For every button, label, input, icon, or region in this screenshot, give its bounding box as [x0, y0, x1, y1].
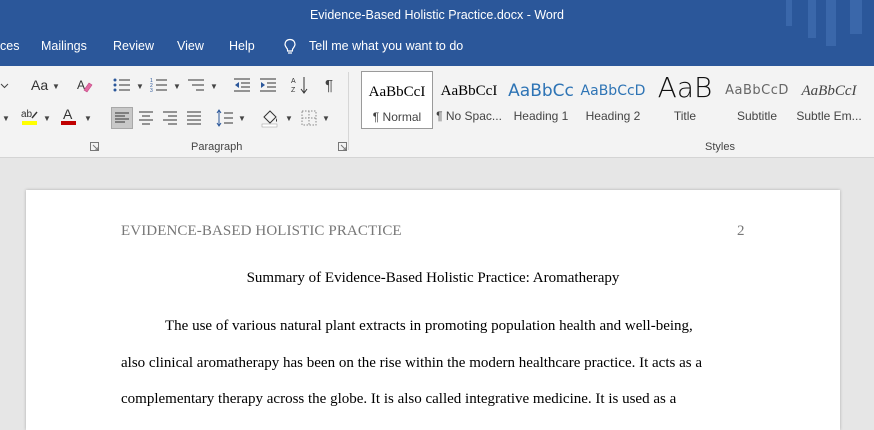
body-line: The use of various natural plant extract…	[165, 318, 693, 334]
style-name: Subtitle	[736, 109, 778, 123]
shading-icon[interactable]	[261, 108, 279, 128]
style-name: Heading 2	[585, 109, 641, 123]
font-caret[interactable]: ▼	[2, 114, 10, 123]
body-line: also clinical aromatherapy has been on t…	[121, 355, 703, 371]
align-right-icon[interactable]	[162, 110, 178, 126]
svg-text:ab: ab	[21, 109, 33, 120]
style-name: Subtle Em...	[796, 109, 862, 123]
style-sample: AaBbCcD	[580, 83, 646, 99]
tab-references[interactable]: ces	[0, 39, 19, 53]
page-number: 2	[737, 223, 745, 239]
change-case-button[interactable]: Aa	[31, 77, 48, 93]
style-name: Heading 1	[513, 109, 569, 123]
highlight-caret[interactable]: ▼	[43, 114, 51, 123]
ribbon: Aa ▼ A ▼ ab ▼ A ▼ ▼ 1 2 3 ▼ ▼ A Z ¶ ▼ ▼ …	[0, 66, 874, 158]
style-heading-1[interactable]: AaBbCc Heading 1	[505, 71, 577, 129]
document-page[interactable]: EVIDENCE-BASED HOLISTIC PRACTICE 2 Summa…	[26, 190, 840, 430]
window-title: Evidence-Based Holistic Practice.docx - …	[309, 8, 565, 22]
style-name: ¶ Normal	[372, 110, 422, 124]
title-decoration	[826, 0, 836, 46]
multilevel-list-icon[interactable]	[187, 77, 205, 93]
bullets-icon[interactable]	[113, 77, 131, 93]
styles-group-label: Styles	[705, 141, 735, 153]
tab-mailings[interactable]: Mailings	[41, 39, 87, 53]
bullets-caret[interactable]: ▼	[136, 82, 144, 91]
lightbulb-icon[interactable]	[283, 38, 297, 56]
line-spacing-caret[interactable]: ▼	[238, 114, 246, 123]
tab-view[interactable]: View	[177, 39, 204, 53]
style-sample: AaBbCcI	[801, 83, 857, 99]
style-subtitle[interactable]: AaBbCcD Subtitle	[721, 71, 793, 129]
document-title: Summary of Evidence-Based Holistic Pract…	[246, 270, 620, 286]
center-align-icon[interactable]	[138, 110, 154, 126]
show-formatting-marks-icon[interactable]: ¶	[325, 77, 333, 94]
style-sample: AaB	[657, 71, 713, 104]
running-head: EVIDENCE-BASED HOLISTIC PRACTICE	[121, 223, 402, 239]
font-size-caret[interactable]	[0, 78, 10, 90]
font-color-icon[interactable]: A	[60, 106, 78, 128]
style-sample: AaBbCcI	[440, 83, 498, 99]
borders-icon[interactable]	[301, 110, 317, 126]
paragraph-dialog-launcher-icon[interactable]	[338, 142, 347, 151]
shading-caret[interactable]: ▼	[285, 114, 293, 123]
svg-text:A: A	[63, 106, 73, 122]
title-bar: Evidence-Based Holistic Practice.docx - …	[0, 0, 874, 66]
style-name: Title	[673, 109, 697, 123]
style-subtle-emphasis[interactable]: AaBbCcI Subtle Em...	[793, 71, 865, 129]
style-heading-2[interactable]: AaBbCcD Heading 2	[577, 71, 649, 129]
clear-formatting-icon[interactable]: A	[77, 77, 93, 93]
tab-help[interactable]: Help	[229, 39, 255, 53]
svg-text:Z: Z	[291, 87, 296, 94]
style-name: ¶ No Spac...	[436, 109, 502, 123]
highlight-color-icon[interactable]: ab	[20, 106, 40, 128]
increase-indent-icon[interactable]	[259, 77, 277, 93]
svg-text:3: 3	[150, 88, 153, 93]
svg-text:A: A	[291, 78, 296, 85]
tab-review[interactable]: Review	[113, 39, 154, 53]
numbering-caret[interactable]: ▼	[173, 82, 181, 91]
sort-icon[interactable]: A Z	[291, 75, 309, 95]
multilevel-caret[interactable]: ▼	[210, 82, 218, 91]
line-spacing-icon[interactable]	[216, 109, 234, 127]
group-separator	[348, 72, 349, 150]
font-dialog-launcher-icon[interactable]	[90, 142, 99, 151]
paragraph-group-label: Paragraph	[191, 141, 243, 153]
change-case-caret[interactable]: ▼	[52, 82, 60, 91]
decrease-indent-icon[interactable]	[233, 77, 251, 93]
style-sample: AaBbCc	[508, 81, 574, 101]
body-line: complementary therapy across the globe. …	[121, 391, 677, 407]
style-title[interactable]: AaB Title	[649, 71, 721, 129]
font-color-caret[interactable]: ▼	[84, 114, 92, 123]
tell-me-search[interactable]: Tell me what you want to do	[309, 39, 463, 53]
align-left-button[interactable]	[111, 107, 133, 129]
justify-icon[interactable]	[186, 110, 202, 126]
borders-caret[interactable]: ▼	[322, 114, 330, 123]
style-normal[interactable]: AaBbCcI ¶ Normal	[361, 71, 433, 129]
numbering-icon[interactable]: 1 2 3	[150, 77, 168, 94]
style-no-spacing[interactable]: AaBbCcI ¶ No Spac...	[433, 71, 505, 129]
style-sample: AaBbCcI	[368, 84, 426, 100]
style-sample: AaBbCcD	[725, 83, 789, 98]
